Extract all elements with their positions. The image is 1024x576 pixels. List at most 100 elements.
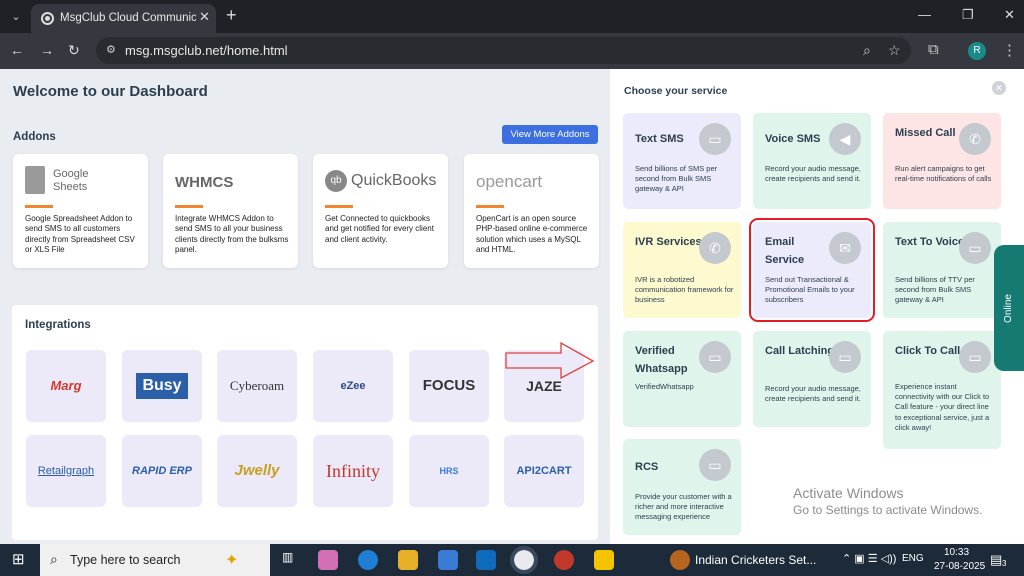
addon-card-opencart[interactable]: opencart OpenCart is an open source PHP-…	[464, 154, 599, 268]
store-icon[interactable]	[438, 550, 458, 570]
addon-accent-bar	[476, 205, 504, 208]
service-description: Send out Transactional & Promotional Ema…	[765, 275, 855, 305]
integration-logo[interactable]: Retailgraph	[26, 435, 106, 507]
integration-logo[interactable]: API2CART	[504, 435, 584, 507]
integration-logo[interactable]: RAPID ERP	[122, 435, 202, 507]
clock-time[interactable]: 10:33	[944, 547, 969, 558]
view-more-addons-button[interactable]: View More Addons	[502, 125, 598, 144]
chat-bubbles-icon: ▭	[959, 232, 991, 264]
reload-icon[interactable]: ↻	[68, 42, 80, 59]
service-card-text-sms[interactable]: Text SMS Send billions of SMS per second…	[623, 113, 741, 209]
profile-avatar[interactable]: R	[968, 42, 986, 60]
url-text: msg.msgclub.net/home.html	[125, 43, 288, 58]
addon-description: Get Connected to quickbooks and get noti…	[325, 214, 434, 244]
tab-search-button[interactable]: ⌄	[6, 7, 26, 27]
addons-section: Addons View More Addons Google Sheets Go…	[0, 117, 610, 279]
dashboard-main: Welcome to our Dashboard Addons View Mor…	[0, 69, 610, 544]
service-description: Provide your customer with a richer and …	[635, 492, 732, 522]
addon-accent-bar	[325, 205, 353, 208]
quickbooks-icon: qb	[325, 170, 347, 192]
integrations-title: Integrations	[25, 319, 91, 331]
task-view-icon[interactable]: ▥	[282, 550, 293, 564]
file-explorer-icon[interactable]	[398, 550, 418, 570]
chat-bubbles-icon: ▭	[829, 341, 861, 373]
service-card-click-to-call[interactable]: Click To Call Experience instant connect…	[883, 331, 1001, 449]
new-tab-button[interactable]: +	[226, 5, 237, 26]
integration-logo[interactable]: Cyberoam	[217, 350, 297, 422]
service-card-call-latching[interactable]: Call Latching Record your audio message,…	[753, 331, 871, 427]
integration-logo[interactable]: Jwelly	[217, 435, 297, 507]
service-description: Run alert campaigns to get real-time not…	[895, 164, 992, 184]
clock-date[interactable]: 27-08-2025	[934, 561, 985, 572]
phone-icon: ✆	[699, 232, 731, 264]
bookmark-star-icon[interactable]: ☆	[888, 42, 901, 59]
close-window-button[interactable]: ✕	[1004, 7, 1015, 23]
addon-card-quickbooks[interactable]: qb QuickBooks Get Connected to quickbooks…	[313, 154, 448, 268]
browser-menu-icon[interactable]: ⋮	[1002, 41, 1017, 59]
envelope-icon: ✉	[829, 232, 861, 264]
search-placeholder: Type here to search	[70, 553, 181, 567]
site-info-icon[interactable]: ⚙	[106, 43, 120, 57]
close-panel-icon[interactable]: ✕	[992, 81, 1006, 95]
zoom-icon[interactable]: ⌕	[863, 42, 871, 59]
megaphone-icon: ◀	[829, 123, 861, 155]
url-bar[interactable]: ⚙ msg.msgclub.net/home.html ⌕ ☆	[96, 37, 911, 64]
outlook-icon[interactable]	[476, 550, 496, 570]
service-name: IVR Services	[635, 236, 702, 248]
edge-icon[interactable]	[358, 550, 378, 570]
address-bar-row: ← → ↻ ⚙ msg.msgclub.net/home.html ⌕ ☆	[0, 33, 1024, 69]
back-icon[interactable]: ←	[10, 42, 24, 58]
page-title: Welcome to our Dashboard	[13, 83, 208, 100]
chrome-icon[interactable]	[510, 546, 538, 574]
phone-icon: ✆	[959, 123, 991, 155]
copilot-icon[interactable]	[318, 550, 338, 570]
service-panel: Choose your service ✕ Text SMS Send bill…	[610, 69, 1024, 544]
service-name: Email Service	[765, 236, 805, 266]
app-icon[interactable]	[554, 550, 574, 570]
addon-card-google-sheets[interactable]: Google Sheets Google Spreadsheet Addon t…	[13, 154, 148, 268]
notification-count: 3	[1002, 559, 1007, 568]
integration-logo[interactable]: Busy	[122, 350, 202, 422]
addons-title: Addons	[13, 131, 56, 143]
arrow-right-icon	[505, 341, 595, 380]
restore-button[interactable]: ❐	[962, 7, 974, 23]
service-card-email-service[interactable]: Email Service Send out Transactional & P…	[749, 218, 875, 322]
cricket-news-icon	[670, 550, 690, 570]
close-tab-icon[interactable]: ✕	[199, 9, 210, 25]
integration-logo[interactable]: Infinity	[313, 435, 393, 507]
notification-icon[interactable]: ▤	[990, 552, 1002, 568]
sticky-notes-icon[interactable]	[594, 550, 614, 570]
service-card-ivr-services[interactable]: IVR Services IVR is a robotized communic…	[623, 222, 741, 318]
taskbar-search-box[interactable]: ⌕ Type here to search ✦	[40, 544, 270, 576]
service-card-missed-call[interactable]: Missed Call Run alert campaigns to get r…	[883, 113, 1001, 209]
addon-accent-bar	[25, 205, 53, 208]
news-headline[interactable]: Indian Cricketers Set...	[695, 553, 816, 567]
minimize-button[interactable]: —	[918, 7, 931, 22]
browser-tab[interactable]: MsgClub Cloud Communication ✕	[31, 4, 216, 33]
service-description: Send billions of TTV per second from Bul…	[895, 275, 975, 305]
service-card-verified-whatsapp[interactable]: Verified Whatsapp VerifiedWhatsapp ▭	[623, 331, 741, 427]
service-name: RCS	[635, 461, 659, 473]
service-name: Voice SMS	[765, 133, 821, 145]
service-card-voice-sms[interactable]: Voice SMS Record your audio message, cre…	[753, 113, 871, 209]
integration-logo[interactable]: HRS	[409, 435, 489, 507]
integration-logo[interactable]: Marg	[26, 350, 106, 422]
language-indicator[interactable]: ENG	[902, 553, 924, 564]
system-tray-icons[interactable]: ⌃ ▣ ☰ ◁))	[842, 552, 896, 565]
windows-taskbar: ⊞ ⌕ Type here to search ✦ ▥ Indian Crick…	[0, 544, 1024, 576]
extensions-icon[interactable]: ⧉	[928, 41, 939, 58]
online-chat-tab[interactable]: Online	[994, 245, 1024, 371]
service-card-text-to-voice[interactable]: Text To Voice Send billions of TTV per s…	[883, 222, 1001, 318]
addon-logo: Google Sheets	[25, 166, 140, 202]
service-card-rcs[interactable]: RCS Provide your customer with a richer …	[623, 439, 741, 535]
integration-logo[interactable]: eZee	[313, 350, 393, 422]
forward-icon[interactable]: →	[40, 42, 54, 58]
service-panel-title: Choose your service	[624, 85, 728, 97]
sparkle-icon: ✦	[225, 552, 239, 569]
integration-logo[interactable]: FOCUS	[409, 350, 489, 422]
addon-description: Google Spreadsheet Addon to send SMS to …	[25, 214, 135, 255]
addon-card-whmcs[interactable]: WHMCS Integrate WHMCS Addon to send SMS …	[163, 154, 298, 268]
windows-start-icon[interactable]: ⊞	[12, 550, 25, 568]
chat-bubbles-icon: ▭	[699, 123, 731, 155]
addon-accent-bar	[175, 205, 203, 208]
